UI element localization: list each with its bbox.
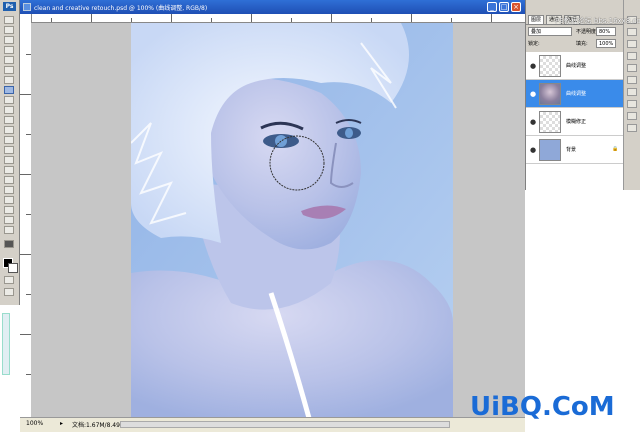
shape-tool-icon[interactable] [4,186,14,194]
layer-thumbnail [539,139,561,161]
type-tool-icon[interactable] [4,166,14,174]
move-tool-icon[interactable] [4,16,14,24]
status-menu-arrow-icon[interactable]: ▸ [60,420,63,427]
lasso-tool-icon[interactable] [4,36,14,44]
pen-tool-icon[interactable] [4,176,14,184]
document-icon [23,3,31,11]
eraser-tool-icon[interactable] [4,116,14,124]
lock-icon: 🔒 [612,146,619,152]
clone-stamp-tool-icon[interactable] [4,96,14,104]
horizontal-scrollbar[interactable] [120,421,450,428]
document-canvas[interactable] [131,23,453,418]
layers-panel: 图层 通道 路径 叠加 不透明度: 80% 锁定: 填充: 100% ● 曲线调… [525,0,624,190]
zoom-tool-icon[interactable] [4,226,14,234]
opacity-field[interactable]: 80% [596,27,616,36]
layer-name: 曲线调整 [566,63,587,69]
portrait-photo [131,23,453,418]
layer-row[interactable]: ● 模糊修正 [526,108,624,136]
color-icon[interactable] [627,40,637,48]
layers-list: ● 曲线调整 ● 曲线调整 ● 模糊修正 ● 背景 🔒 [526,52,624,190]
document-size: 文档:1.67M/8.49M [72,422,126,429]
visibility-eye-icon[interactable]: ● [530,90,536,98]
tool-presets-icon[interactable] [627,100,637,108]
palette-dock [623,0,640,190]
blend-mode-select[interactable]: 叠加 [528,27,572,36]
eyedropper-tool-icon[interactable] [4,206,14,214]
slice-tool-icon[interactable] [4,66,14,74]
quick-mask-icon[interactable] [4,276,14,284]
maximize-button[interactable]: □ [499,2,509,12]
magic-wand-tool-icon[interactable] [4,46,14,54]
crop-tool-icon[interactable] [4,56,14,64]
layer-name: 背景 [566,147,577,153]
document-title: clean and creative retouch.psd @ 100% (曲… [34,5,208,12]
document-title-bar[interactable]: clean and creative retouch.psd @ 100% (曲… [20,0,525,14]
styles-icon[interactable] [627,64,637,72]
photoshop-logo: Ps [3,2,16,11]
layer-name: 模糊修正 [566,119,587,125]
background-color-swatch[interactable] [8,263,18,273]
lock-label: 锁定: [528,41,540,47]
canvas-area[interactable] [31,23,525,418]
close-button[interactable]: × [511,2,521,12]
horizontal-ruler [31,14,525,23]
path-selection-tool-icon[interactable] [4,156,14,164]
layer-options: 叠加 不透明度: 80% 锁定: 填充: 100% [526,25,624,51]
document-window: clean and creative retouch.psd @ 100% (曲… [20,0,525,432]
actions-icon[interactable] [627,88,637,96]
fill-field[interactable]: 100% [596,39,616,48]
swatches-icon[interactable] [627,52,637,60]
mini-panel [2,313,10,375]
character-icon[interactable] [627,112,637,120]
tools-panel: Ps [0,0,20,305]
visibility-eye-icon[interactable]: ● [530,62,536,70]
layer-row[interactable]: ● 曲线调整 [526,52,624,80]
status-bar: 100% ▸ 文档:1.67M/8.49M [20,417,525,432]
default-colors-icon[interactable] [4,240,14,248]
layer-thumbnail [539,83,561,105]
brush-tool-icon[interactable] [4,86,14,94]
layer-thumbnail [539,111,561,133]
visibility-eye-icon[interactable]: ● [530,118,536,126]
layer-row-background[interactable]: ● 背景 🔒 [526,136,624,164]
screen-mode-icon[interactable] [4,288,14,296]
notes-tool-icon[interactable] [4,196,14,204]
tab-layers[interactable]: 图层 [528,15,545,24]
history-icon[interactable] [627,76,637,84]
minimize-button[interactable]: _ [487,2,497,12]
watermark-bottom: UiBQ.CoM [470,392,615,422]
layer-name: 曲线调整 [566,91,587,97]
zoom-level[interactable]: 100% [26,420,43,427]
visibility-eye-icon[interactable]: ● [530,146,536,154]
history-brush-tool-icon[interactable] [4,106,14,114]
hand-tool-icon[interactable] [4,216,14,224]
opacity-label: 不透明度: [576,29,598,35]
watermark-top: PS教程论坛 bbs.16xx8.com [555,17,640,25]
fill-label: 填充: [576,41,588,47]
layer-thumbnail [539,55,561,77]
info-icon[interactable] [627,28,637,36]
paragraph-icon[interactable] [627,124,637,132]
gradient-tool-icon[interactable] [4,126,14,134]
healing-brush-tool-icon[interactable] [4,76,14,84]
blur-tool-icon[interactable] [4,136,14,144]
left-strip [0,305,19,431]
layer-row-selected[interactable]: ● 曲线调整 [526,80,624,108]
marquee-tool-icon[interactable] [4,26,14,34]
dodge-tool-icon[interactable] [4,146,14,154]
